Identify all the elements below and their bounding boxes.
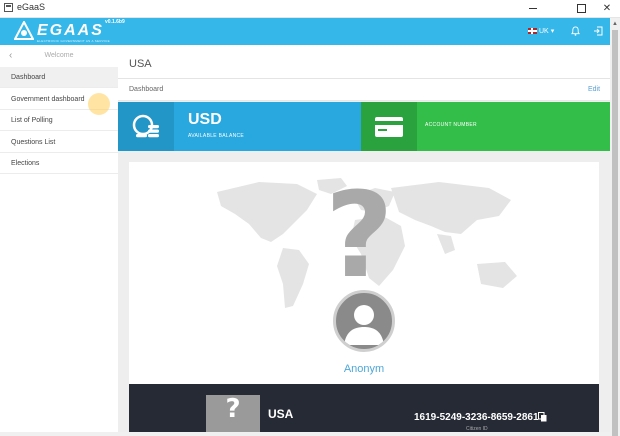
avatar	[333, 290, 395, 352]
balance-subtitle: AVAILABLE BALANCE	[188, 133, 245, 139]
sidebar-item-elections[interactable]: Elections	[0, 153, 118, 174]
language-label: UK	[539, 27, 549, 35]
id-photo-placeholder: ?	[206, 395, 260, 432]
maximize-button[interactable]	[568, 0, 594, 17]
credit-card-icon	[375, 116, 403, 137]
version-label: v0.1.6b9	[105, 19, 125, 25]
logo-tagline: ELECTRONIC GOVERNMENT AS A SERVICE	[37, 39, 110, 43]
close-button[interactable]: ✕	[594, 0, 620, 17]
window-title: eGaaS	[17, 2, 46, 12]
balance-icon-box	[118, 102, 174, 151]
citizen-id-number: 1619-5249-3236-8659-2861	[414, 412, 539, 423]
sidebar-back[interactable]: Welcome ‹	[0, 45, 118, 67]
cursor-highlight	[88, 93, 110, 115]
breadcrumb[interactable]: Dashboard	[129, 86, 163, 93]
window-titlebar: eGaaS ✕	[0, 0, 620, 18]
language-selector[interactable]: UK ▾	[528, 27, 554, 35]
uk-flag-icon	[528, 28, 537, 34]
citizen-id-caption: Citizen ID	[466, 426, 488, 432]
breadcrumb-bar: Dashboard Edit	[118, 79, 610, 101]
account-icon-box	[361, 102, 417, 151]
account-subtitle: ACCOUNT NUMBER	[425, 122, 477, 128]
sidebar-back-label: Welcome	[44, 52, 74, 59]
scroll-up-icon[interactable]: ▲	[610, 20, 620, 28]
logo-text: EGAAS	[37, 22, 104, 39]
id-country: USA	[268, 407, 294, 421]
sidebar-item-dashboard[interactable]: Dashboard	[0, 67, 118, 88]
scrollbar-thumb[interactable]	[612, 30, 618, 436]
sidebar-item-questions-list[interactable]: Questions List	[0, 132, 118, 153]
balance-currency: USD	[188, 111, 222, 128]
profile-panel: ? Anonym	[129, 162, 599, 388]
unknown-question-mark-icon: ?	[325, 166, 394, 304]
page-header: USA	[118, 45, 610, 79]
vertical-scrollbar[interactable]: ▲	[610, 18, 620, 436]
edit-link[interactable]: Edit	[588, 86, 600, 93]
profile-name: Anonym	[343, 363, 385, 375]
copy-icon[interactable]	[538, 412, 547, 422]
sidebar: Welcome ‹ Dashboard Government dashboard…	[0, 45, 119, 432]
account-card: ACCOUNT NUMBER	[361, 102, 610, 151]
minimize-button[interactable]	[520, 0, 546, 17]
chevron-down-icon: ▾	[550, 28, 555, 35]
egaas-logo-icon[interactable]	[14, 21, 34, 41]
citizen-id-card: ? USA 1619-5249-3236-8659-2861 Citizen I…	[129, 384, 599, 432]
balance-card: USD AVAILABLE BALANCE	[118, 102, 361, 151]
app-header: EGAAS ELECTRONIC GOVERNMENT AS A SERVICE…	[0, 18, 610, 45]
logout-icon[interactable]	[593, 26, 603, 36]
main-content: USA Dashboard Edit USD AVAILABLE BALANCE	[118, 45, 610, 432]
bell-icon[interactable]	[571, 26, 580, 36]
user-silhouette-icon	[344, 305, 384, 345]
page-title: USA	[129, 58, 152, 70]
app-window-icon	[4, 3, 13, 12]
coins-icon	[132, 114, 159, 137]
back-arrow-icon[interactable]: ‹	[9, 50, 12, 61]
